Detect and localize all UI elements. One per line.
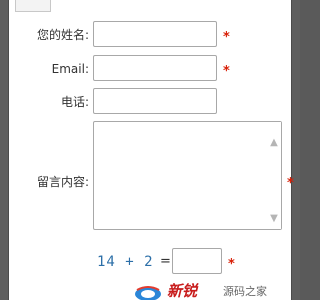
email-label: Email:	[51, 62, 89, 76]
email-input[interactable]	[93, 55, 217, 81]
watermark-logo-icon	[135, 286, 161, 300]
phone-label: 电话:	[60, 95, 89, 109]
phone-input[interactable]	[93, 88, 217, 114]
top-tab	[15, 0, 51, 12]
captcha-question: 14 + 2	[97, 254, 154, 270]
captcha-input[interactable]	[172, 248, 222, 274]
scroll-down-icon[interactable]: ▼	[269, 214, 279, 224]
captcha-equals: =	[160, 254, 171, 269]
name-label: 您的姓名:	[36, 28, 89, 42]
scroll-up-icon[interactable]: ▲	[269, 138, 279, 148]
message-label: 留言内容:	[36, 175, 89, 189]
window-frame: 您的姓名: * Email: * 电话: 留言内容: ▲ ▼ * 14 + 2 …	[0, 0, 300, 300]
message-required-mark: *	[287, 176, 294, 191]
contact-form-panel: 您的姓名: * Email: * 电话: 留言内容: ▲ ▼ * 14 + 2 …	[8, 0, 294, 300]
watermark: 新锐 源码之家	[129, 282, 309, 300]
name-input[interactable]	[93, 21, 217, 47]
watermark-brand-text: 新锐	[167, 282, 198, 300]
captcha-required-mark: *	[228, 257, 235, 272]
email-required-mark: *	[223, 64, 230, 79]
watermark-sub-text: 源码之家	[223, 285, 267, 298]
name-required-mark: *	[223, 30, 230, 45]
message-scrollbar[interactable]: ▲ ▼	[267, 122, 281, 229]
message-textarea[interactable]	[93, 121, 282, 230]
